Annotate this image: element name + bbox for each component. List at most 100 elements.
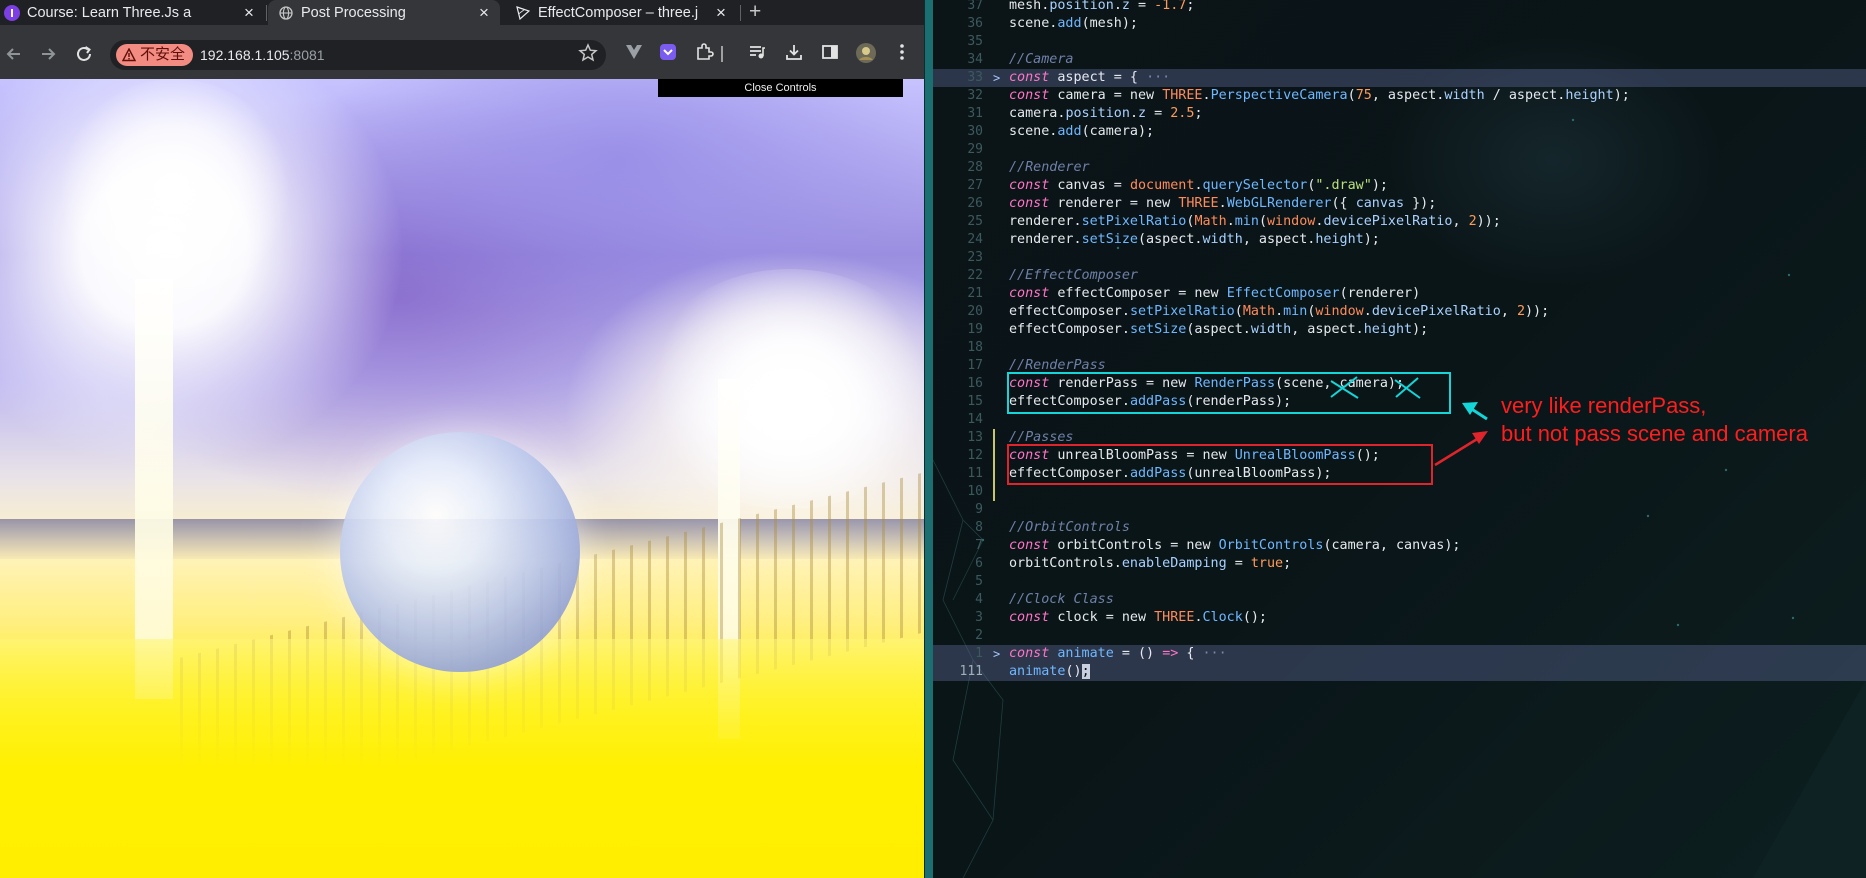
line-number: 17: [967, 358, 983, 373]
insecure-label: 不安全: [140, 46, 186, 63]
annotation-note: very like renderPass, but not pass scene…: [1501, 392, 1808, 448]
close-tab-icon[interactable]: ×: [711, 3, 731, 23]
code-line: scene.add(mesh);: [1009, 16, 1138, 31]
annotation-line-1: very like renderPass,: [1501, 393, 1707, 418]
line-number: 20: [967, 304, 983, 319]
annotation-box-renderpass: [1007, 372, 1451, 414]
line-number: 12: [967, 448, 983, 463]
code-comment: //Camera: [1009, 52, 1074, 67]
reload-icon[interactable]: [72, 42, 96, 66]
code-line: animate();: [1009, 664, 1090, 679]
line-number: 35: [967, 34, 983, 49]
annotation-line-2: but not pass scene and camera: [1501, 421, 1808, 446]
line-number: 2: [975, 628, 983, 643]
code-line: scene.add(camera);: [1009, 124, 1155, 139]
line-number: 24: [967, 232, 983, 247]
address-bar[interactable]: 不安全 192.168.1.105:8081: [110, 40, 606, 70]
line-number: 18: [967, 340, 983, 355]
url-host: 192.168.1.105: [200, 47, 290, 63]
light-flare: [640, 269, 925, 509]
tab-separator: [740, 5, 741, 21]
code-line: const effectComposer = new EffectCompose…: [1009, 286, 1421, 301]
line-number: 36: [967, 16, 983, 31]
metal-sphere: [340, 432, 580, 672]
globe-icon: [278, 5, 294, 21]
code-line: orbitControls.enableDamping = true;: [1009, 556, 1292, 571]
webgl-canvas[interactable]: [0, 79, 925, 878]
line-number: 8: [975, 520, 983, 535]
code-line: const animate = () => { ···: [1009, 646, 1227, 661]
line-number: 29: [967, 142, 983, 157]
new-tab-button[interactable]: +: [749, 0, 761, 25]
line-number: 16: [967, 376, 983, 391]
line-number: 23: [967, 250, 983, 265]
download-icon[interactable]: [782, 42, 806, 66]
code-comment: //EffectComposer: [1009, 268, 1138, 283]
tab-post-processing[interactable]: Post Processing ×: [268, 0, 500, 25]
ground-plane: [0, 639, 925, 878]
code-comment: //Renderer: [1009, 160, 1090, 175]
line-number: 32: [967, 88, 983, 103]
purple-course-icon: [4, 4, 20, 21]
toolbar-separator: [718, 42, 726, 66]
line-number: 34: [967, 52, 983, 67]
code-line: const clock = new THREE.Clock();: [1009, 610, 1267, 625]
code-line: renderer.setPixelRatio(Math.min(window.d…: [1009, 214, 1501, 229]
light-flare: [60, 79, 290, 299]
line-number: 21: [967, 286, 983, 301]
menu-icon[interactable]: [890, 42, 914, 66]
code-line: const aspect = { ···: [1009, 70, 1171, 85]
code-line: renderer.setSize(aspect.width, aspect.he…: [1009, 232, 1380, 247]
side-panel-icon[interactable]: [818, 42, 842, 66]
line-number: 3: [975, 610, 983, 625]
line-number: 4: [975, 592, 983, 607]
fold-chevron-icon[interactable]: >: [993, 69, 1003, 87]
line-number: 27: [967, 178, 983, 193]
line-number: 33: [967, 70, 983, 85]
line-number: 6: [975, 556, 983, 571]
tab-strip: Course: Learn Three.Js a × Post Processi…: [0, 0, 925, 25]
media-queue-icon[interactable]: [745, 42, 769, 66]
line-number: 19: [967, 322, 983, 337]
tab-title: Course: Learn Three.Js a: [27, 4, 192, 21]
back-icon[interactable]: [2, 42, 26, 66]
threejs-icon: [515, 5, 531, 21]
tab-title: Post Processing: [301, 4, 406, 21]
code-line: const camera = new THREE.PerspectiveCame…: [1009, 88, 1630, 103]
close-tab-icon[interactable]: ×: [474, 3, 494, 23]
git-change-marker: [993, 429, 995, 501]
code-line: const canvas = document.querySelector(".…: [1009, 178, 1388, 193]
line-number: 9: [975, 502, 983, 517]
tab-separator: [266, 5, 267, 21]
profile-avatar-icon[interactable]: [854, 42, 878, 66]
line-number: 15: [967, 394, 983, 409]
line-number: 30: [967, 124, 983, 139]
close-controls-button[interactable]: Close Controls: [658, 79, 903, 97]
star-icon[interactable]: [578, 43, 598, 68]
annotation-box-bloompass: [1007, 444, 1433, 485]
close-tab-icon[interactable]: ×: [239, 3, 259, 23]
vue-devtools-icon[interactable]: [622, 42, 646, 66]
code-line: const renderer = new THREE.WebGLRenderer…: [1009, 196, 1437, 211]
extension-shield-icon[interactable]: [656, 42, 680, 66]
extensions-icon[interactable]: [692, 42, 716, 66]
code-line: const orbitControls = new OrbitControls(…: [1009, 538, 1461, 553]
url-text[interactable]: 192.168.1.105:8081: [200, 40, 325, 70]
tab-title: EffectComposer – three.j: [538, 4, 699, 21]
line-number: 13: [967, 430, 983, 445]
forward-icon[interactable]: [36, 42, 60, 66]
code-line: camera.position.z = 2.5;: [1009, 106, 1203, 121]
line-number: 7: [975, 538, 983, 553]
code-line: effectComposer.setPixelRatio(Math.min(wi…: [1009, 304, 1550, 319]
line-number: 5: [975, 574, 983, 589]
url-port: :8081: [289, 47, 325, 63]
line-number: 25: [967, 214, 983, 229]
tab-effectcomposer[interactable]: EffectComposer – three.j ×: [505, 0, 737, 25]
line-number: 22: [967, 268, 983, 283]
tab-course[interactable]: Course: Learn Three.Js a ×: [0, 0, 265, 25]
line-number: 1: [975, 646, 983, 661]
insecure-badge[interactable]: 不安全: [116, 44, 194, 66]
line-number: 28: [967, 160, 983, 175]
fold-chevron-icon[interactable]: >: [993, 645, 1003, 663]
line-number: 111: [959, 664, 983, 679]
